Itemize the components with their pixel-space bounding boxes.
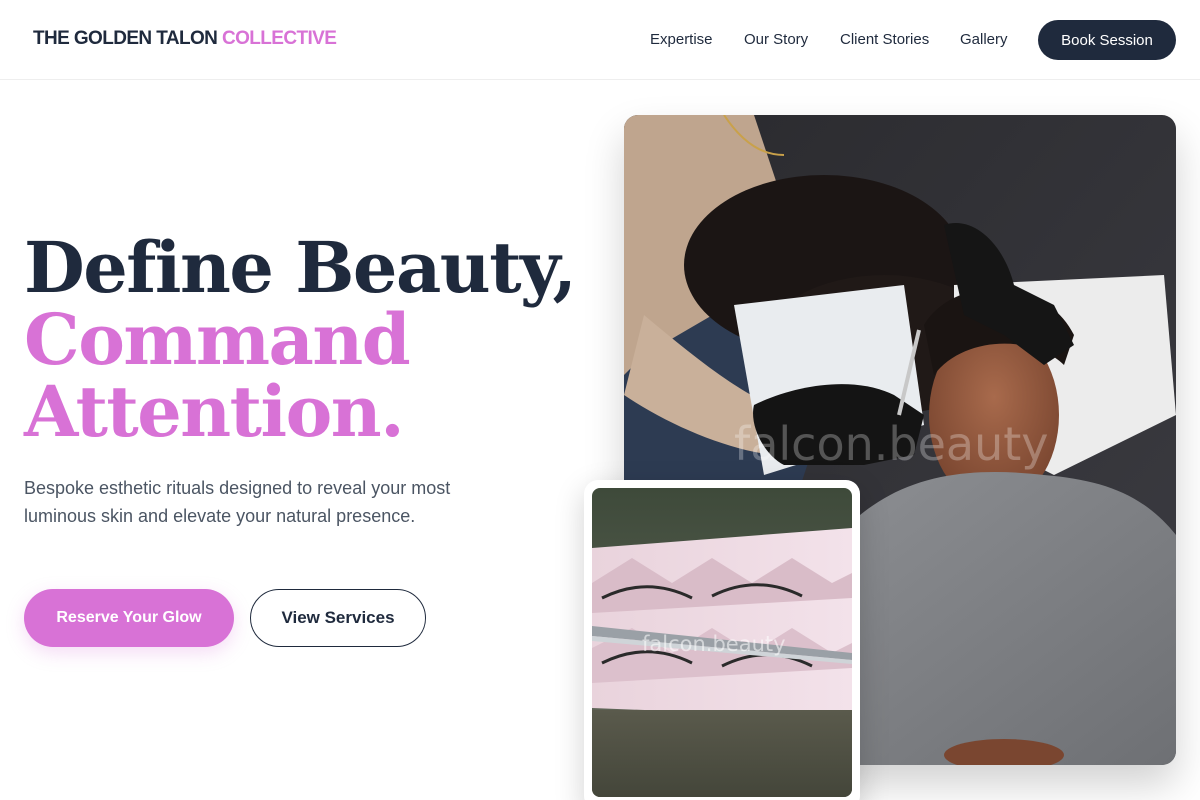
hero-headline: Define Beauty, Command Attention.: [24, 232, 584, 448]
inset-photo-watermark: falcon.beauty: [642, 632, 786, 656]
book-session-button[interactable]: Book Session: [1038, 20, 1176, 60]
brand-logo[interactable]: THE GOLDEN TALON COLLECTIVE: [33, 28, 337, 50]
main-photo-watermark: falcon.beauty: [734, 417, 1048, 471]
lash-tray-illustration: falcon.beauty: [592, 488, 852, 797]
brand-name-main: THE GOLDEN TALON: [33, 28, 222, 49]
headline-line-1: Define Beauty,: [24, 226, 577, 309]
nav-item-expertise[interactable]: Expertise: [650, 31, 713, 48]
headline-line-3: Attention.: [24, 370, 405, 453]
brand-name-accent: COLLECTIVE: [221, 28, 337, 49]
view-services-button[interactable]: View Services: [250, 589, 426, 647]
headline-line-2: Command: [24, 298, 411, 381]
hero-subtext: Bespoke esthetic rituals designed to rev…: [24, 478, 451, 526]
site-header: THE GOLDEN TALON COLLECTIVE Expertise Ou…: [0, 0, 1200, 80]
nav-item-our-story[interactable]: Our Story: [744, 31, 808, 48]
nav-item-client-stories[interactable]: Client Stories: [840, 31, 929, 48]
nav-item-gallery[interactable]: Gallery: [960, 31, 1008, 48]
lash-tray-photo: falcon.beauty: [592, 488, 852, 797]
reserve-your-glow-button[interactable]: Reserve Your Glow: [24, 589, 234, 647]
